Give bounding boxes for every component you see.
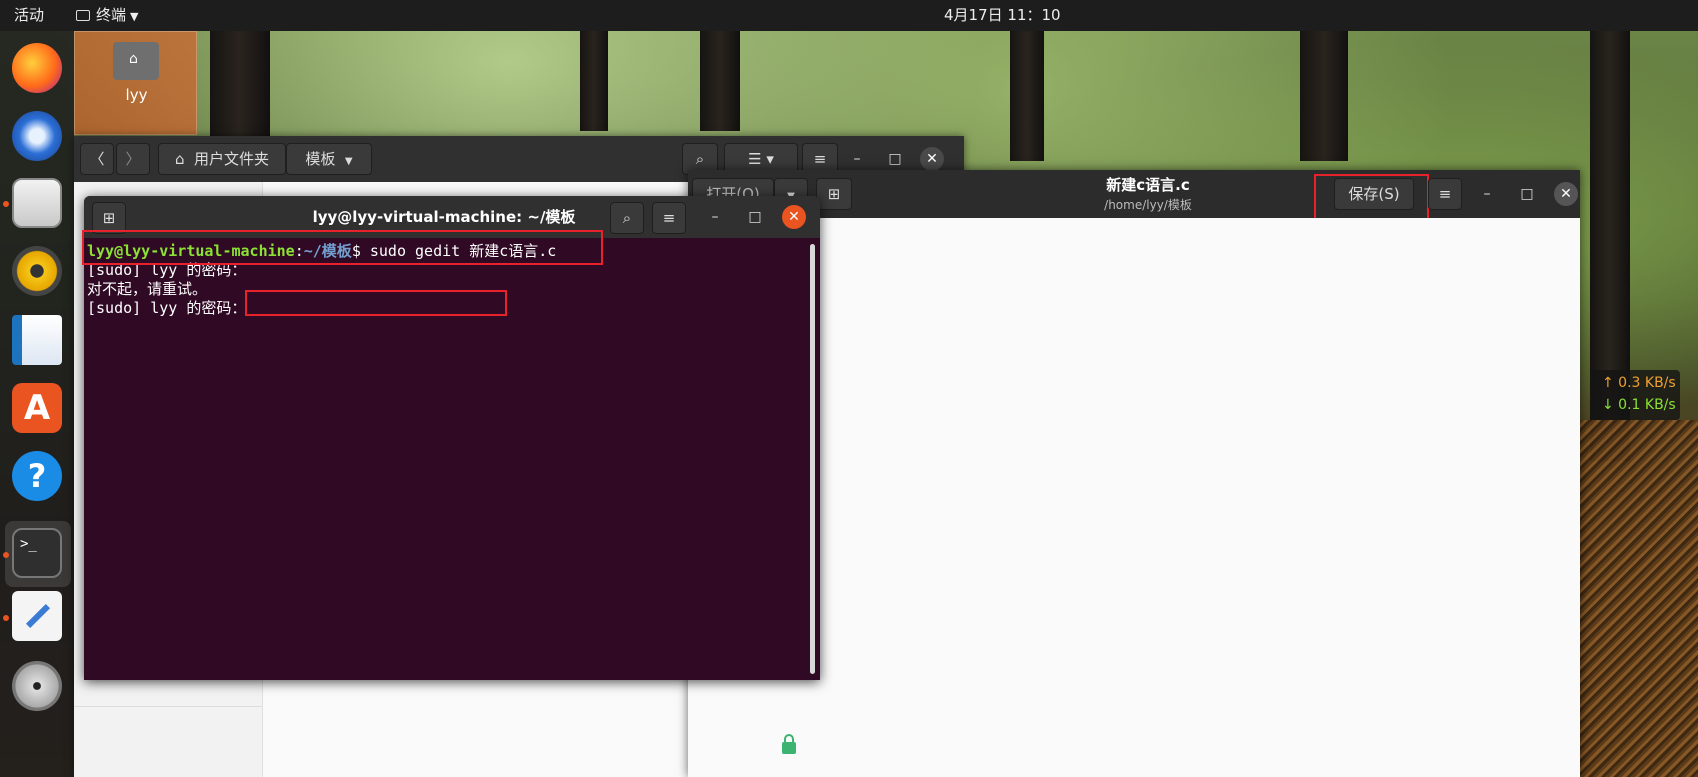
terminal-output-line: 对不起，请重试。 (87, 280, 208, 298)
top-bar: 活动 终端 ▼ 4月17日 11：10 (0, 0, 1698, 31)
network-speed-widget: ↑ 0.3 KB/s ↓ 0.1 KB/s (1592, 370, 1680, 420)
caret-down-icon: ▼ (130, 10, 139, 23)
path-home-button[interactable]: ⌂ 用户文件夹 (158, 143, 286, 175)
terminal-window: ⊞ lyy@lyy-virtual-machine: ~/模板 ⌕ ≡ – □ … (82, 196, 820, 680)
document-path: /home/lyy/模板 (1104, 198, 1192, 212)
divider (74, 706, 262, 707)
download-speed: ↓ 0.1 KB/s (1602, 397, 1676, 413)
maximize-icon[interactable]: □ (1514, 181, 1540, 207)
lock-icon (782, 734, 796, 754)
document-title: 新建c语言.c (1106, 176, 1190, 194)
highlight-box (1314, 174, 1429, 222)
terminal-output-line: [sudo] lyy 的密码： (87, 299, 247, 317)
running-indicator (3, 201, 9, 207)
search-icon: ⌕ (622, 209, 632, 227)
upload-speed: ↑ 0.3 KB/s (1602, 375, 1676, 391)
home-folder-icon: ⌂ (113, 42, 159, 80)
highlight-box (245, 290, 507, 316)
terminal-icon[interactable]: >_ (12, 528, 62, 578)
hamburger-icon: ≡ (1438, 185, 1452, 203)
highlight-box (82, 230, 603, 265)
hamburger-icon: ≡ (813, 150, 827, 168)
search-icon: ⌕ (695, 150, 705, 168)
close-icon[interactable]: ✕ (782, 205, 806, 229)
new-tab-icon: ⊞ (827, 185, 841, 203)
path-home-label: 用户文件夹 (194, 150, 270, 168)
files-icon[interactable] (12, 178, 62, 228)
forward-button[interactable]: 〉 (116, 143, 150, 175)
hamburger-icon: ≡ (662, 209, 676, 227)
rhythmbox-icon[interactable] (12, 246, 62, 296)
close-icon[interactable]: ✕ (1554, 182, 1578, 206)
clock[interactable]: 4月17日 11：10 (944, 0, 1061, 31)
path-current-label: 模板 (305, 150, 336, 168)
dvd-icon[interactable] (12, 661, 62, 711)
activities-button[interactable]: 活动 (14, 0, 44, 31)
app-menu[interactable]: 终端 ▼ (76, 0, 138, 31)
help-icon[interactable]: ? (12, 451, 62, 501)
new-tab-icon: ⊞ (102, 209, 116, 227)
gedit-window: 打开(O) ▼ ⊞ 新建c语言.c /home/lyy/模板 保存(S) ≡ –… (688, 170, 1580, 777)
running-indicator (3, 552, 9, 558)
home-icon: ⌂ (174, 150, 185, 168)
thunderbird-icon[interactable] (12, 111, 62, 161)
new-tab-button[interactable]: ⊞ (816, 178, 852, 210)
list-view-icon: ☰ ▾ (748, 150, 774, 168)
minimize-icon[interactable]: – (702, 204, 728, 230)
chevron-down-icon: ▼ (344, 156, 353, 167)
software-center-icon[interactable]: A (12, 383, 62, 433)
dock: A ? >_ (0, 31, 74, 777)
firefox-icon[interactable] (12, 43, 62, 93)
maximize-icon[interactable]: □ (742, 204, 768, 230)
gedit-headerbar: 打开(O) ▼ ⊞ 新建c语言.c /home/lyy/模板 保存(S) ≡ –… (688, 170, 1580, 222)
terminal-scrollbar[interactable] (810, 244, 815, 674)
app-menu-label: 终端 (96, 6, 127, 24)
running-indicator (3, 615, 9, 621)
libreoffice-writer-icon[interactable] (12, 315, 62, 365)
back-button[interactable]: 〈 (80, 143, 114, 175)
gedit-text-area[interactable] (706, 218, 1580, 777)
text-editor-icon[interactable] (12, 591, 62, 641)
close-icon[interactable]: ✕ (920, 147, 944, 171)
tree-trunk (1010, 31, 1044, 161)
terminal-title: lyy@lyy-virtual-machine: ~/模板 (312, 208, 576, 226)
terminal-menu-button[interactable]: ≡ (652, 202, 686, 234)
path-current-button[interactable]: 模板 ▼ (286, 143, 372, 175)
minimize-icon[interactable]: – (1474, 181, 1500, 207)
home-folder-label: lyy (125, 86, 148, 104)
gedit-menu-button[interactable]: ≡ (1428, 178, 1462, 210)
maximize-icon[interactable]: □ (882, 146, 908, 172)
tree-trunk (210, 31, 270, 146)
tree-trunk (1300, 31, 1348, 161)
terminal-search-button[interactable]: ⌕ (610, 202, 644, 234)
terminal-small-icon (76, 10, 90, 21)
forest-floor (1580, 420, 1698, 777)
home-folder-desktop-icon[interactable]: ⌂ lyy (74, 31, 197, 135)
tree-trunk (580, 31, 608, 131)
tree-trunk (700, 31, 740, 131)
minimize-icon[interactable]: – (844, 146, 870, 172)
